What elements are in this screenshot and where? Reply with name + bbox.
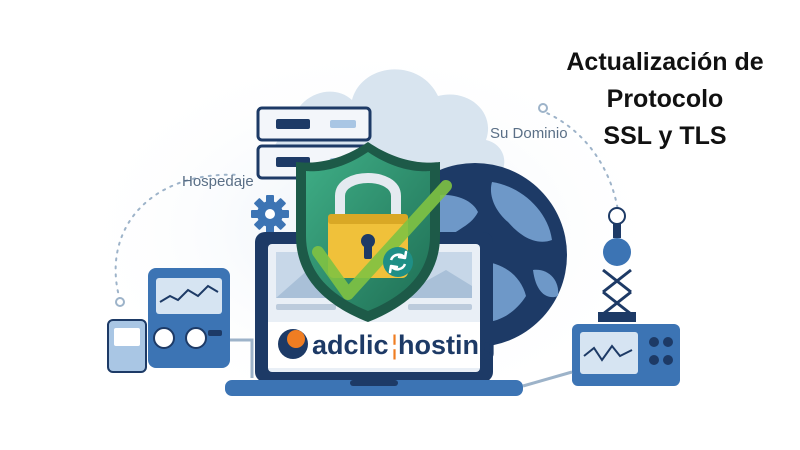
headline-line-3: SSL y TLS <box>603 122 727 150</box>
refresh-icon <box>383 247 413 277</box>
headline-line-2: Protocolo <box>606 85 724 113</box>
logo: adclic ¦ hosting <box>268 322 495 368</box>
logo-text-adclic: adclic <box>312 330 389 360</box>
illustration-stage: adclic ¦ hosting Hospedaje Su Dominio Ac… <box>0 0 800 450</box>
hosting-label: Hospedaje <box>182 173 254 190</box>
logo-text-hosting: hosting <box>398 330 495 360</box>
headline: Actualización de Protocolo SSL y TLS <box>540 44 790 155</box>
gear-icon <box>251 195 289 233</box>
headline-line-1: Actualización de <box>566 48 764 76</box>
logo-separator: ¦ <box>391 330 398 360</box>
